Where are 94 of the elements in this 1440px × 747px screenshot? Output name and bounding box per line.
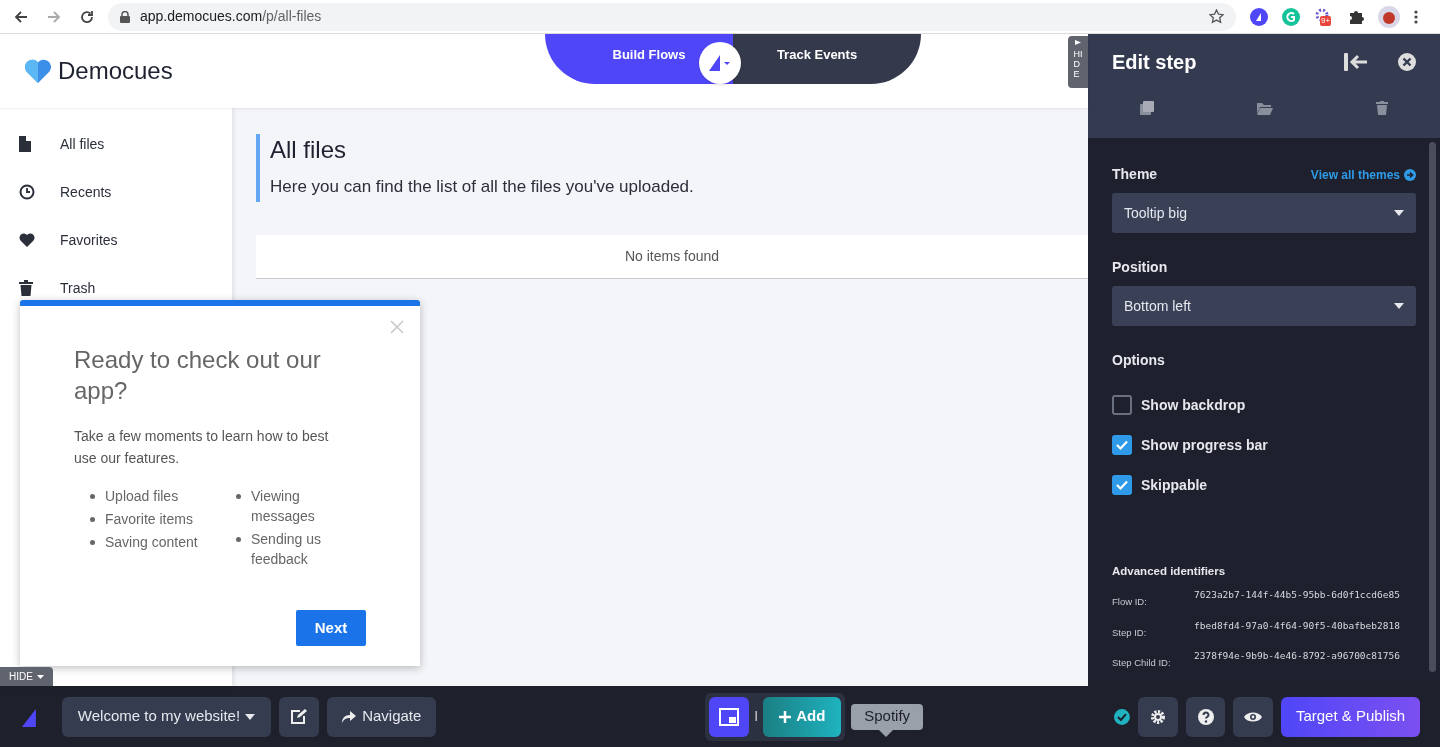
sidebar-item[interactable]: Favorites [60,229,118,251]
file-icon [19,136,31,152]
modal-title: Ready to check out our app? [74,345,322,406]
navigate-button[interactable]: Navigate [327,696,437,737]
scrollbar[interactable] [1429,142,1436,672]
select-field[interactable]: Tooltip big [1112,193,1416,233]
id-label: Flow ID: [1112,595,1148,610]
preview-button[interactable] [1233,696,1274,737]
hide-tab[interactable]: HIDE [0,667,53,686]
extension-icon[interactable] [1250,7,1268,26]
bullet-icon [90,494,95,499]
arrow-circle-icon [1404,168,1416,181]
field-label: Theme [1112,165,1158,184]
tooltip-arrow [879,729,894,737]
flow-select[interactable]: Welcome to my website! [61,696,272,737]
bullet-icon [236,537,241,542]
list-item: Favorite items [105,510,193,529]
folder-icon[interactable] [1257,101,1273,115]
caret-icon [1394,303,1404,309]
puzzle-icon[interactable] [1348,8,1364,25]
id-label: Step Child ID: [1112,655,1172,670]
list-item: Upload files [105,487,179,506]
clock-icon [19,184,35,200]
close-icon[interactable] [1398,53,1416,71]
id-label: Step ID: [1112,625,1148,640]
checkmark-icon [1115,438,1129,452]
hide-tab[interactable]: HIDE [1068,36,1088,88]
heart-logo-icon [24,59,52,83]
checkbox[interactable] [1112,395,1132,415]
panel-title: Edit step [1112,50,1197,75]
id-value: 7623a2b7-144f-44b5-95bb-6d0f1ccd6e85 [1194,590,1401,601]
select-field[interactable]: Bottom left [1112,286,1416,326]
sidebar-item[interactable]: Trash [60,277,96,299]
collapse-icon[interactable] [1344,53,1368,71]
eye-icon [1244,710,1263,723]
check-circle-icon [1114,708,1130,725]
copy-icon[interactable] [1140,101,1154,115]
address-bar[interactable]: app.democues.com/p/all-files [108,2,1236,31]
edit-icon [291,709,308,724]
sidebar-item[interactable]: All files [60,133,105,155]
caret-icon [245,713,256,720]
checkbox[interactable] [1112,435,1132,455]
trash-icon[interactable] [1376,101,1388,115]
option-label: Skippable [1141,475,1208,495]
app-logo-text: Democues [58,56,173,86]
settings-icon [1149,708,1166,725]
page-subtitle: Here you can find the list of all the files you've uploaded. [270,176,695,198]
mode-tab[interactable]: Track Events [733,34,921,84]
id-value: fbed8fd4-97a0-4f64-90f5-40bafbeb2818 [1194,620,1401,631]
lock-icon [120,10,130,23]
option-label: Show backdrop [1141,395,1246,415]
back-icon[interactable] [14,9,28,24]
avatar-icon[interactable] [1378,5,1400,28]
share-arrow-icon [342,710,357,723]
section-label: Options [1112,351,1166,370]
next-button[interactable]: Next [296,610,366,646]
target-publish-button[interactable]: Target & Publish [1281,696,1420,737]
tooltip: Spotify [851,703,924,730]
layout-button[interactable] [709,696,750,737]
checkmark-icon [1115,478,1129,492]
bullet-icon [90,517,95,522]
menu-icon[interactable] [1414,9,1418,24]
separator-text: I [754,707,759,726]
reload-icon[interactable] [80,9,94,24]
heart-icon [19,233,35,247]
help-button[interactable] [1185,696,1226,737]
sidebar-item[interactable]: Recents [60,181,112,203]
help-icon [1197,708,1214,725]
list-item: Sending us feedback [251,530,323,569]
page-title: All files [270,136,348,164]
view-all-themes-link[interactable]: View all themes [1310,165,1416,184]
trash-icon [19,280,33,296]
caret-icon [1075,40,1081,45]
section-title: Advanced identifiers [1112,564,1227,579]
empty-table-row: No items found [256,234,1088,279]
option-label: Show progress bar [1141,435,1268,455]
extension-icon[interactable] [1314,6,1330,23]
caret-icon [1394,210,1404,216]
bullet-icon [236,494,241,499]
caret-icon [36,674,44,679]
logo-caret-icon [707,53,733,73]
layout-icon [719,707,740,726]
list-item: Saving content [105,533,198,552]
bullet-icon [90,540,95,545]
plus-icon [779,710,792,723]
notification-badge: 9+ [1320,15,1332,26]
id-value: 2378f94e-9b9b-4e46-8792-a96700c81756 [1194,650,1401,661]
modal-text: Take a few moments to learn how to best use our features. [74,427,330,468]
field-label: Position [1112,258,1169,277]
checkbox[interactable] [1112,475,1132,495]
star-icon[interactable] [1209,9,1224,24]
list-item: Viewing messages [251,487,316,526]
settings-button[interactable] [1137,696,1178,737]
edit-button[interactable] [279,696,320,737]
